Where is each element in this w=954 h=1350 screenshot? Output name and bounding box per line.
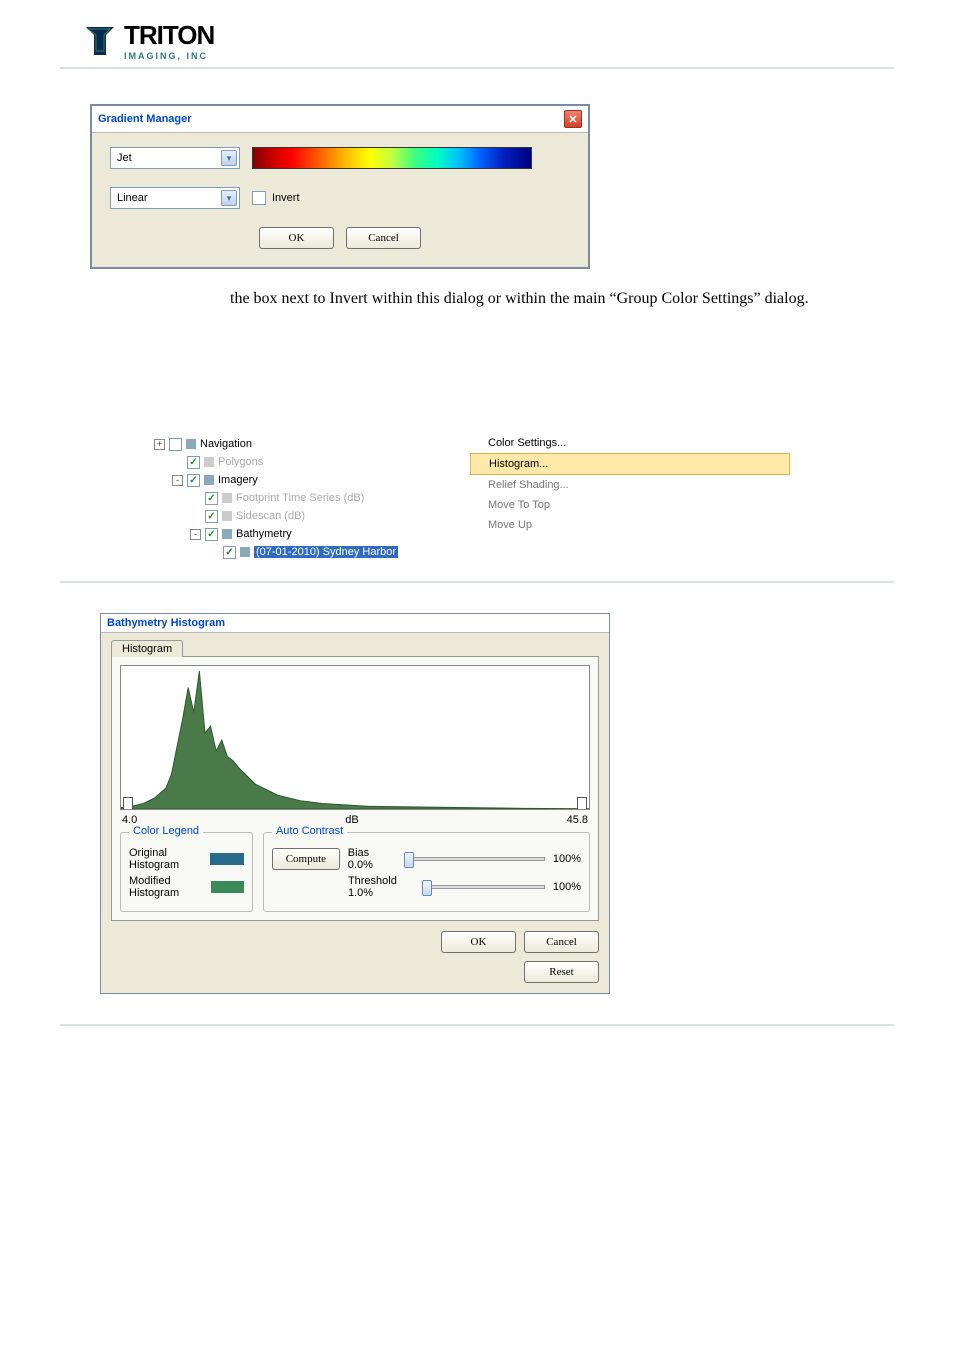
range-max-thumb[interactable] bbox=[577, 797, 587, 810]
footer-divider bbox=[60, 1024, 894, 1026]
logo-subtitle: IMAGING, INC bbox=[124, 51, 214, 61]
range-min-thumb[interactable] bbox=[123, 797, 133, 810]
tree-checkbox[interactable]: ✓ bbox=[223, 546, 236, 559]
tree-label: Navigation bbox=[200, 438, 252, 450]
layer-tree: +Navigation✓Polygons-✓Imagery✓Footprint … bbox=[150, 431, 470, 571]
chevron-down-icon: ▾ bbox=[221, 150, 237, 166]
tree-item[interactable]: ✓ (07-01-2010) Sydney Harbor bbox=[154, 543, 466, 561]
threshold-slider[interactable] bbox=[423, 885, 545, 889]
auto-contrast-title: Auto Contrast bbox=[272, 825, 347, 837]
layer-icon bbox=[204, 457, 214, 467]
axis-label: dB bbox=[345, 814, 358, 826]
expand-icon[interactable]: - bbox=[172, 475, 183, 486]
modified-histogram-label: Modified Histogram bbox=[129, 875, 203, 899]
threshold-label: Threshold 1.0% bbox=[348, 875, 415, 899]
threshold-pct: 100% bbox=[553, 881, 581, 893]
histogram-tab[interactable]: Histogram bbox=[111, 640, 183, 657]
tree-item[interactable]: ✓ Polygons bbox=[154, 453, 466, 471]
modified-swatch bbox=[211, 881, 244, 893]
bias-label: Bias 0.0% bbox=[348, 847, 397, 871]
reset-button[interactable]: Reset bbox=[524, 961, 599, 983]
colormap-combo[interactable]: Jet ▾ bbox=[110, 147, 240, 169]
menu-item: Relief Shading... bbox=[470, 475, 790, 495]
dialog-titlebar: Gradient Manager ✕ bbox=[92, 106, 588, 133]
tree-item[interactable]: -✓ Imagery bbox=[154, 471, 466, 489]
cancel-button[interactable]: Cancel bbox=[346, 227, 421, 249]
menu-item[interactable]: Histogram... bbox=[470, 453, 790, 475]
logo: TRITON IMAGING, INC bbox=[0, 0, 954, 67]
gradient-preview bbox=[252, 147, 532, 169]
tree-label: (07-01-2010) Sydney Harbor bbox=[254, 546, 398, 558]
gradient-manager-dialog: Gradient Manager ✕ Jet ▾ Linear ▾ Invert… bbox=[90, 104, 590, 269]
layer-icon bbox=[240, 547, 250, 557]
dialog-titlebar: Bathymetry Histogram bbox=[101, 614, 609, 633]
layer-tree-screenshot: +Navigation✓Polygons-✓Imagery✓Footprint … bbox=[150, 431, 790, 571]
tree-checkbox[interactable] bbox=[169, 438, 182, 451]
triton-logo-icon bbox=[80, 21, 120, 61]
tree-checkbox[interactable]: ✓ bbox=[187, 474, 200, 487]
menu-item: Move To Top bbox=[470, 495, 790, 515]
bathymetry-histogram-dialog: Bathymetry Histogram Histogram 4.0 dB 45… bbox=[100, 613, 610, 994]
tree-checkbox[interactable]: ✓ bbox=[187, 456, 200, 469]
tree-label: Imagery bbox=[218, 474, 258, 486]
tree-label: Sidescan (dB) bbox=[236, 510, 305, 522]
header-divider bbox=[60, 67, 894, 69]
histogram-chart bbox=[120, 665, 590, 810]
invert-checkbox[interactable] bbox=[252, 191, 266, 205]
menu-item[interactable]: Color Settings... bbox=[470, 433, 790, 453]
dialog-title: Bathymetry Histogram bbox=[107, 617, 225, 629]
tree-label: Polygons bbox=[218, 456, 263, 468]
logo-title: TRITON bbox=[124, 20, 214, 51]
color-legend-title: Color Legend bbox=[129, 825, 203, 837]
layer-icon bbox=[186, 439, 196, 449]
compute-button[interactable]: Compute bbox=[272, 848, 340, 870]
tree-label: Footprint Time Series (dB) bbox=[236, 492, 364, 504]
original-swatch bbox=[210, 853, 244, 865]
tree-item[interactable]: -✓ Bathymetry bbox=[154, 525, 466, 543]
chevron-down-icon: ▾ bbox=[221, 190, 237, 206]
bias-pct: 100% bbox=[553, 853, 581, 865]
dialog-title: Gradient Manager bbox=[98, 113, 192, 125]
original-histogram-label: Original Histogram bbox=[129, 847, 202, 871]
ok-button[interactable]: OK bbox=[259, 227, 334, 249]
context-menu: Color Settings...Histogram...Relief Shad… bbox=[470, 431, 790, 571]
tree-checkbox[interactable]: ✓ bbox=[205, 528, 218, 541]
section-divider bbox=[60, 581, 894, 583]
bias-slider[interactable] bbox=[405, 857, 545, 861]
tree-checkbox[interactable]: ✓ bbox=[205, 492, 218, 505]
body-paragraph: the box next to Invert within this dialo… bbox=[60, 287, 864, 311]
layer-icon bbox=[222, 493, 232, 503]
interpolation-value: Linear bbox=[117, 192, 148, 204]
layer-icon bbox=[204, 475, 214, 485]
layer-icon bbox=[222, 529, 232, 539]
ok-button[interactable]: OK bbox=[441, 931, 516, 953]
axis-max: 45.8 bbox=[567, 814, 588, 826]
invert-label: Invert bbox=[272, 192, 300, 204]
tree-item[interactable]: ✓ Sidescan (dB) bbox=[154, 507, 466, 525]
tree-label: Bathymetry bbox=[236, 528, 292, 540]
menu-item: Move Up bbox=[470, 515, 790, 535]
expand-icon[interactable]: - bbox=[190, 529, 201, 540]
expand-icon[interactable]: + bbox=[154, 439, 165, 450]
interpolation-combo[interactable]: Linear ▾ bbox=[110, 187, 240, 209]
close-button[interactable]: ✕ bbox=[564, 110, 582, 128]
tree-item[interactable]: + Navigation bbox=[154, 435, 466, 453]
cancel-button[interactable]: Cancel bbox=[524, 931, 599, 953]
close-icon: ✕ bbox=[568, 113, 577, 126]
tree-item[interactable]: ✓ Footprint Time Series (dB) bbox=[154, 489, 466, 507]
tree-checkbox[interactable]: ✓ bbox=[205, 510, 218, 523]
layer-icon bbox=[222, 511, 232, 521]
colormap-value: Jet bbox=[117, 152, 132, 164]
